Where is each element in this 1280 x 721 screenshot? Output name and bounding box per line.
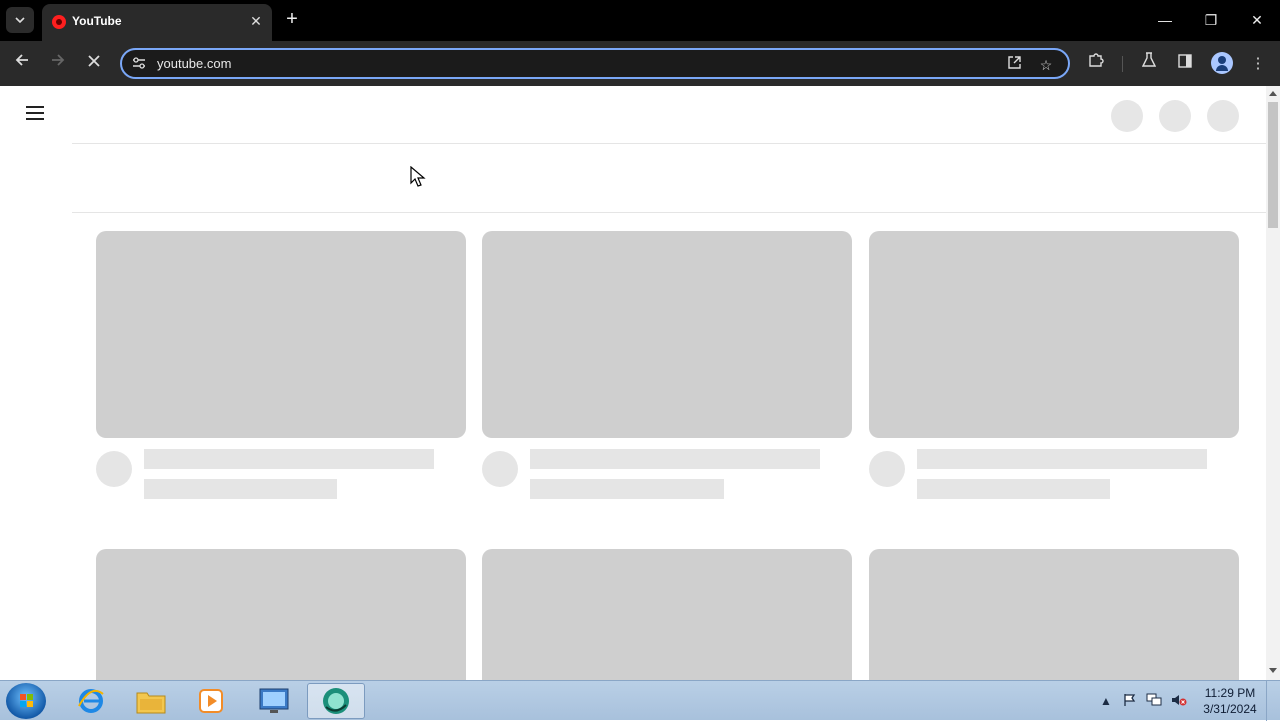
window-close-button[interactable]: ✕ — [1237, 6, 1277, 34]
folder-icon — [136, 692, 166, 714]
tab-close-button[interactable]: ✕ — [247, 12, 265, 30]
address-bar[interactable]: youtube.com ☆ — [120, 48, 1070, 79]
header-divider — [72, 143, 1266, 144]
toolbar-divider — [1122, 56, 1123, 72]
title-line-skeleton — [917, 449, 1207, 469]
media-player-taskbar-button[interactable] — [182, 683, 240, 719]
meta-line-skeleton — [530, 479, 724, 499]
arrow-left-icon — [15, 54, 28, 66]
puzzle-icon[interactable] — [1084, 52, 1108, 76]
browser-toolbar: youtube.com ☆ ⋮ — [0, 41, 1280, 86]
video-thumbnail-skeleton — [96, 549, 466, 680]
scroll-up-arrow[interactable] — [1269, 91, 1277, 96]
x-stop-icon — [88, 55, 100, 67]
show-hidden-icons-icon[interactable]: ▲ — [1098, 693, 1114, 709]
meta-line-skeleton — [917, 479, 1110, 499]
minimize-button[interactable]: — — [1145, 6, 1185, 34]
new-tab-button[interactable]: + — [282, 9, 302, 29]
scrollbar-thumb[interactable] — [1268, 102, 1278, 228]
youtube-page — [0, 86, 1266, 680]
video-thumbnail-skeleton — [96, 231, 466, 438]
open-external-icon[interactable] — [1004, 55, 1024, 75]
browser-title-bar: YouTube ✕ + — ❐ ✕ — [0, 0, 1280, 41]
header-placeholder-3 — [1207, 100, 1239, 132]
windows-taskbar: ▲ 11:29 PM 3/31/2024 — [0, 680, 1280, 721]
taskbar-clock[interactable]: 11:29 PM 3/31/2024 — [1198, 685, 1262, 717]
flask-icon[interactable] — [1137, 52, 1161, 76]
profile-icon[interactable] — [1211, 52, 1233, 74]
star-icon[interactable]: ☆ — [1036, 55, 1056, 75]
video-thumbnail-skeleton — [869, 549, 1239, 680]
hamburger-menu-icon[interactable] — [26, 106, 46, 122]
channel-avatar-skeleton — [482, 451, 518, 487]
monitor-icon — [259, 688, 289, 713]
scroll-down-arrow[interactable] — [1269, 668, 1277, 673]
title-line-skeleton — [530, 449, 820, 469]
internet-explorer-icon — [78, 689, 104, 713]
show-desktop-button[interactable] — [1266, 681, 1280, 721]
clock-date: 3/31/2024 — [1203, 702, 1257, 716]
kebab-menu-icon[interactable]: ⋮ — [1246, 52, 1270, 76]
network-icon[interactable] — [1146, 693, 1162, 709]
volume-muted-icon[interactable] — [1171, 693, 1187, 709]
forward-button[interactable] — [46, 52, 70, 76]
back-button[interactable] — [10, 52, 34, 76]
windows-logo-icon — [20, 694, 33, 707]
youtube-favicon-icon — [52, 15, 66, 29]
header-placeholder-1 — [1111, 100, 1143, 132]
chrome-taskbar-button[interactable] — [307, 683, 365, 719]
tab-youtube[interactable]: YouTube ✕ — [42, 4, 272, 41]
file-explorer-taskbar-button[interactable] — [122, 683, 180, 719]
side-panel-icon[interactable] — [1173, 52, 1197, 76]
browser-app-icon — [323, 688, 349, 714]
header-placeholder-2 — [1159, 100, 1191, 132]
video-thumbnail-skeleton — [482, 549, 852, 680]
page-scrollbar[interactable] — [1266, 86, 1280, 680]
video-thumbnail-skeleton — [482, 231, 852, 438]
channel-avatar-skeleton — [869, 451, 905, 487]
video-thumbnail-skeleton — [869, 231, 1239, 438]
clock-time: 11:29 PM — [1204, 686, 1256, 700]
media-player-icon — [199, 689, 223, 713]
internet-explorer-taskbar-button[interactable] — [62, 683, 120, 719]
restore-button[interactable]: ❐ — [1191, 6, 1231, 34]
tab-search-button[interactable] — [6, 7, 34, 33]
tab-title: YouTube — [72, 14, 122, 28]
network-app-taskbar-button[interactable] — [245, 683, 303, 719]
url-text[interactable]: youtube.com — [157, 56, 231, 71]
mouse-cursor-icon — [410, 166, 426, 187]
chevron-down-icon — [15, 17, 25, 23]
chips-divider — [72, 212, 1266, 213]
start-button[interactable] — [6, 683, 46, 719]
stop-loading-button[interactable] — [82, 52, 106, 76]
tune-icon — [133, 57, 145, 69]
title-line-skeleton — [144, 449, 434, 469]
arrow-right-icon — [52, 54, 65, 66]
action-center-flag-icon[interactable] — [1122, 693, 1138, 709]
channel-avatar-skeleton — [96, 451, 132, 487]
meta-line-skeleton — [144, 479, 337, 499]
